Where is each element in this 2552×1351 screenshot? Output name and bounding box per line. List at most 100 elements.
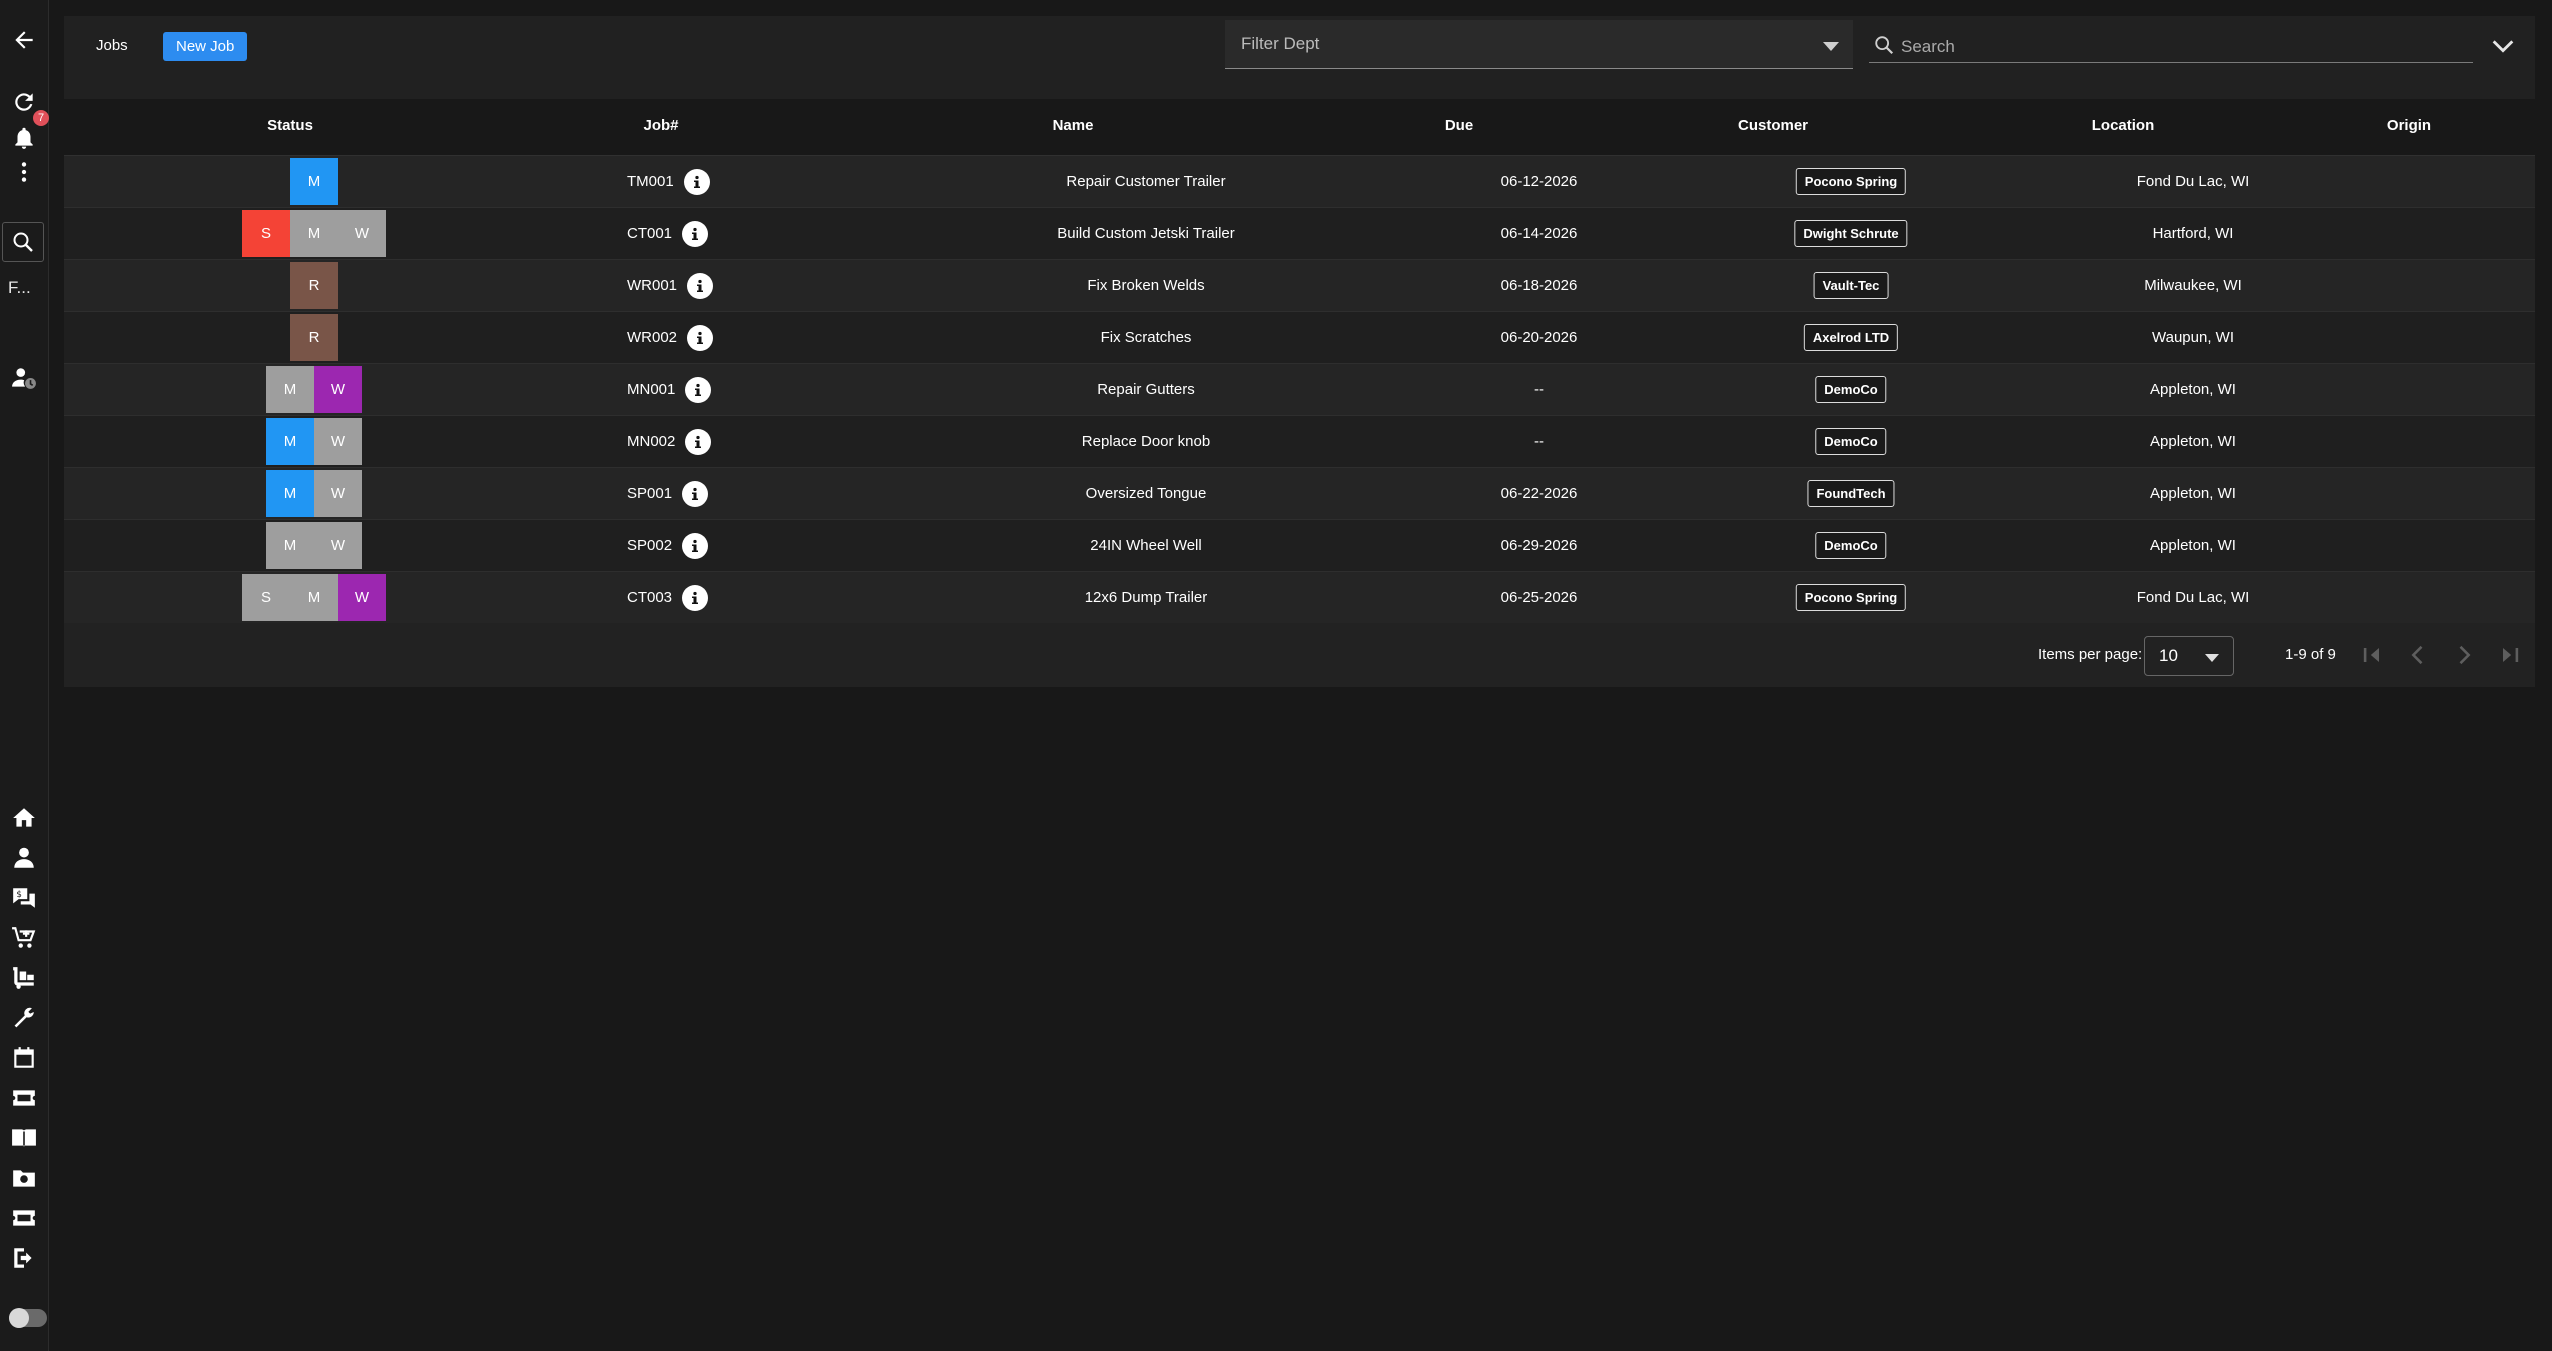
page-range-label: 1-9 of 9 — [2285, 646, 2336, 663]
job-name: 12x6 Dump Trailer — [1084, 589, 1208, 606]
status-chip[interactable]: M — [266, 418, 314, 465]
status-chip[interactable]: W — [314, 522, 362, 569]
location: Appleton, WI — [2150, 537, 2236, 554]
status-chips: SMW — [242, 574, 386, 621]
previous-page-icon[interactable] — [2404, 641, 2432, 669]
table-row[interactable]: M W SP002 24IN Wheel Well 06-29-2026 DemoCo Ap… — [64, 520, 2535, 572]
info-icon[interactable] — [682, 532, 709, 559]
table-row[interactable]: R WR002 Fix Scratches 06-20-2026 Axelrod LTD… — [64, 312, 2535, 364]
camera-folder-icon[interactable] — [8, 1162, 40, 1194]
wrench-icon[interactable] — [8, 1002, 40, 1034]
back-arrow-icon[interactable] — [8, 24, 40, 56]
customer-chip[interactable]: DemoCo — [1815, 532, 1887, 559]
first-page-icon[interactable] — [2358, 641, 2386, 669]
info-icon[interactable] — [682, 480, 709, 507]
info-icon[interactable] — [682, 220, 709, 247]
job-name: Repair Gutters — [1097, 381, 1195, 398]
search-icon — [13, 232, 33, 252]
theme-toggle[interactable] — [9, 1308, 47, 1328]
sidebar-search-button[interactable] — [2, 222, 44, 262]
info-icon[interactable] — [687, 272, 714, 299]
status-chip[interactable]: M — [290, 210, 338, 257]
table-row[interactable]: M W SP001 Oversized Tongue 06-22-2026 FoundTe… — [64, 468, 2535, 520]
header-customer[interactable]: Customer — [1738, 103, 1808, 155]
info-icon[interactable] — [682, 584, 709, 611]
sidebar-filter-text[interactable]: F... — [8, 278, 31, 298]
svg-text:$: $ — [16, 890, 22, 900]
customer-chip[interactable]: Dwight Schrute — [1794, 220, 1908, 247]
due-date: 06-22-2026 — [1500, 485, 1578, 502]
job-number-cell: SP002 — [627, 520, 709, 571]
chevron-down-icon[interactable] — [2489, 32, 2517, 60]
status-chip[interactable]: M — [266, 366, 314, 413]
customer-chip[interactable]: Pocono Spring — [1795, 168, 1907, 195]
dolly-icon[interactable] — [8, 962, 40, 994]
due-date: 06-25-2026 — [1500, 589, 1578, 606]
job-number-cell: SP001 — [627, 468, 709, 519]
status-chip[interactable]: M — [290, 158, 338, 205]
customer-chip[interactable]: DemoCo — [1815, 428, 1887, 455]
job-number: WR002 — [627, 329, 678, 346]
status-chip[interactable]: W — [314, 366, 362, 413]
quote-icon[interactable]: $ — [8, 882, 40, 914]
status-chip[interactable]: W — [338, 574, 386, 621]
status-chip[interactable]: W — [338, 210, 386, 257]
customer-chip[interactable]: Vault-Tec — [1813, 272, 1889, 299]
info-icon[interactable] — [685, 376, 712, 403]
header-name[interactable]: Name — [1053, 103, 1094, 155]
table-row[interactable]: M TM001 Repair Customer Trailer 06-12-2026 P… — [64, 156, 2535, 208]
header-origin[interactable]: Origin — [2387, 103, 2431, 155]
status-chip[interactable]: R — [290, 314, 338, 361]
status-chip[interactable]: M — [266, 522, 314, 569]
job-number: MN002 — [627, 433, 676, 450]
user-clock-icon[interactable] — [8, 362, 40, 394]
status-chip[interactable]: S — [242, 574, 290, 621]
table-row[interactable]: R WR001 Fix Broken Welds 06-18-2026 Vault-Te… — [64, 260, 2535, 312]
job-name: Repair Customer Trailer — [1066, 173, 1226, 190]
table-row[interactable]: M W MN001 Repair Gutters -- DemoCo Appleton, W… — [64, 364, 2535, 416]
jobs-table: Status Job# Name Due Customer Location O… — [64, 103, 2535, 624]
person-icon[interactable] — [8, 842, 40, 874]
info-icon[interactable] — [685, 428, 712, 455]
next-page-icon[interactable] — [2450, 641, 2478, 669]
customer-chip[interactable]: Pocono Spring — [1795, 584, 1907, 611]
job-number: CT003 — [627, 589, 673, 606]
cart-icon[interactable] — [8, 922, 40, 954]
last-page-icon[interactable] — [2496, 641, 2524, 669]
job-number: TM001 — [627, 173, 674, 190]
table-row[interactable]: S M W CT001 Build Custom Jetski Trailer 06-14… — [64, 208, 2535, 260]
due-date: -- — [1534, 381, 1544, 398]
book-icon[interactable] — [8, 1122, 40, 1154]
header-due[interactable]: Due — [1445, 103, 1473, 155]
header-status[interactable]: Status — [267, 103, 313, 155]
status-chip[interactable]: R — [290, 262, 338, 309]
new-job-button[interactable]: New Job — [163, 32, 248, 61]
bell-icon[interactable] — [8, 122, 40, 154]
calendar-icon[interactable] — [8, 1042, 40, 1074]
status-chip[interactable]: S — [242, 210, 290, 257]
filter-dept-select[interactable]: Filter Dept — [1225, 20, 1853, 69]
header-location[interactable]: Location — [2092, 103, 2155, 155]
status-chip[interactable]: W — [314, 418, 362, 465]
location: Hartford, WI — [2152, 225, 2234, 242]
customer-chip[interactable]: Axelrod LTD — [1803, 324, 1899, 351]
search-input[interactable] — [1899, 32, 2463, 62]
info-icon[interactable] — [683, 168, 710, 195]
status-chip[interactable]: M — [266, 470, 314, 517]
ticket-icon[interactable] — [8, 1202, 40, 1234]
logout-icon[interactable] — [8, 1242, 40, 1274]
status-chip[interactable]: M — [290, 574, 338, 621]
customer-chip[interactable]: FoundTech — [1807, 480, 1895, 507]
status-chips: M — [290, 158, 338, 205]
home-icon[interactable] — [8, 802, 40, 834]
table-row[interactable]: S M W CT003 12x6 Dump Trailer 06-25-2026 Pocon… — [64, 572, 2535, 624]
table-row[interactable]: M W MN002 Replace Door knob -- DemoCo Appleton… — [64, 416, 2535, 468]
header-job-number[interactable]: Job# — [643, 103, 678, 155]
jobs-toolbar: Jobs New Job Filter Dept — [64, 16, 2535, 99]
info-icon[interactable] — [687, 324, 714, 351]
status-chip[interactable]: W — [314, 470, 362, 517]
customer-chip[interactable]: DemoCo — [1815, 376, 1887, 403]
more-vert-icon[interactable] — [8, 156, 40, 188]
items-per-page-select[interactable]: 10 — [2144, 636, 2234, 676]
ticket-icon[interactable] — [8, 1082, 40, 1114]
